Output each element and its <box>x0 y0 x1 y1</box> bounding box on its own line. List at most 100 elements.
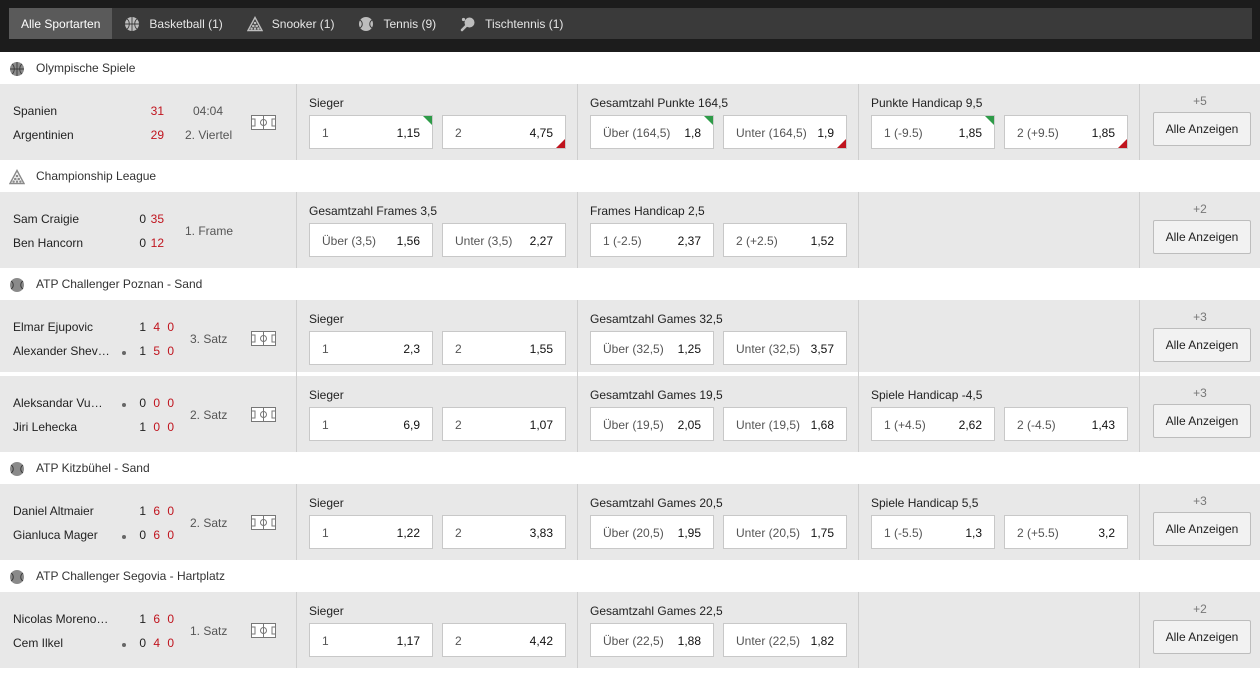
odds-button[interactable]: 2 4,75 <box>442 115 566 149</box>
live-tracker-icon[interactable] <box>251 407 276 422</box>
show-all-button[interactable]: Alle Anzeigen <box>1153 220 1251 254</box>
tab-snooker[interactable]: Snooker (1) <box>235 8 347 39</box>
odds-button[interactable]: Unter (22,5) 1,82 <box>723 623 847 657</box>
live-tracker-icon[interactable] <box>251 515 276 530</box>
market-title: Spiele Handicap -4,5 <box>871 388 983 402</box>
odds-button[interactable]: 2 1,55 <box>442 331 566 365</box>
more-markets-count: +2 <box>1193 602 1207 616</box>
odds-button[interactable]: Unter (19,5) 1,68 <box>723 407 847 441</box>
odds-value: 2,05 <box>677 418 701 432</box>
sport-filter-tabs: Alle Sportarten Basketball (1) Snooker (1)… <box>9 8 1252 39</box>
match-row: Nicolas Moreno… Cem Ilkel 1 6 0 0 4 0 1. Satz Sie… <box>0 592 1260 668</box>
odds-value: 1,68 <box>810 418 834 432</box>
odds-button[interactable]: Unter (32,5) 3,57 <box>723 331 847 365</box>
odds-button[interactable]: 1 (-9.5) 1,85 <box>871 115 995 149</box>
odds-button[interactable]: Über (19,5) 2,05 <box>590 407 714 441</box>
market-title: Spiele Handicap 5,5 <box>871 496 979 510</box>
score-home: 4 <box>153 320 160 334</box>
show-all-button[interactable]: Alle Anzeigen <box>1153 512 1251 546</box>
show-all-button[interactable]: Alle Anzeigen <box>1153 620 1251 654</box>
odds-value: 2,37 <box>677 234 701 248</box>
live-tracker-icon[interactable] <box>251 115 276 130</box>
tab-table-tennis[interactable]: Tischtennis (1) <box>448 8 575 39</box>
odds-label: 2 (-4.5) <box>1017 418 1056 432</box>
market-title: Gesamtzahl Punkte 164,5 <box>590 96 729 110</box>
odds-button[interactable]: 2 1,07 <box>442 407 566 441</box>
odds-button[interactable]: 2 (-4.5) 1,43 <box>1004 407 1128 441</box>
odds-value: 6,9 <box>403 418 420 432</box>
score-away: 5 <box>153 344 160 358</box>
match-info[interactable]: Elmar Ejupovic Alexander Shev… 1 4 0 1 5 0 3. Sa… <box>0 300 296 376</box>
market-3: Punkte Handicap 9,5 1 (-9.5) 1,85 2 (+9.5) 1… <box>859 84 1140 160</box>
odds-button[interactable]: 2 3,83 <box>442 515 566 549</box>
league-header: ATP Challenger Poznan - Sand <box>0 268 1260 300</box>
odds-button[interactable]: 1 1,17 <box>309 623 433 657</box>
live-tracker-icon[interactable] <box>251 623 276 638</box>
odds-button[interactable]: 1 (+4.5) 2,62 <box>871 407 995 441</box>
odds-button[interactable]: 1 1,15 <box>309 115 433 149</box>
score-home: 0 <box>167 504 174 518</box>
odds-button[interactable]: 1 (-2.5) 2,37 <box>590 223 714 257</box>
market-title: Sieger <box>309 312 344 326</box>
show-all-button[interactable]: Alle Anzeigen <box>1153 328 1251 362</box>
score-home: 0 <box>167 612 174 626</box>
tab-basketball[interactable]: Basketball (1) <box>112 8 234 39</box>
market-title: Gesamtzahl Games 22,5 <box>590 604 723 618</box>
odds-button[interactable]: Unter (164,5) 1,9 <box>723 115 847 149</box>
score-home: 35 <box>150 212 164 226</box>
market-1: Sieger 1 2,3 2 1,55 <box>297 300 578 376</box>
tab-tennis-ball[interactable]: Tennis (9) <box>346 8 448 39</box>
odds-label: 2 <box>455 126 462 140</box>
match-info[interactable]: Spanien Argentinien 31 29 04:04 2. Viertel <box>0 84 296 160</box>
odds-button[interactable]: 1 6,9 <box>309 407 433 441</box>
odds-button[interactable]: Über (22,5) 1,88 <box>590 623 714 657</box>
more-markets-count: +2 <box>1193 202 1207 216</box>
match-info[interactable]: Sam Craigie Ben Hancorn 0 35 0 12 1. Frame <box>0 192 296 268</box>
league-name: ATP Challenger Poznan - Sand <box>36 277 203 291</box>
odds-button[interactable]: 2 (+9.5) 1,85 <box>1004 115 1128 149</box>
odds-button[interactable]: 1 2,3 <box>309 331 433 365</box>
odds-label: 1 <box>322 634 329 648</box>
serve-indicator <box>122 643 126 647</box>
tab-label: Tennis (9) <box>383 16 437 31</box>
market-3: Spiele Handicap 5,5 1 (-5.5) 1,3 2 (+5.5) 3,… <box>859 484 1140 560</box>
match-period: 2. Satz <box>190 516 228 530</box>
market-title: Gesamtzahl Games 20,5 <box>590 496 723 510</box>
more-markets: +3 Alle Anzeigen <box>1140 484 1260 560</box>
match-row: Sam Craigie Ben Hancorn 0 35 0 12 1. Frame Gesa… <box>0 192 1260 268</box>
tab-all-sports[interactable]: Alle Sportarten <box>9 8 113 39</box>
odds-button[interactable]: Über (164,5) 1,8 <box>590 115 714 149</box>
odds-label: Unter (22,5) <box>736 634 801 648</box>
odds-value: 1,88 <box>677 634 701 648</box>
score-away: 0 <box>153 420 160 434</box>
match-info[interactable]: Nicolas Moreno… Cem Ilkel 1 6 0 0 4 0 1. Satz <box>0 592 296 668</box>
show-all-button[interactable]: Alle Anzeigen <box>1153 112 1251 146</box>
serve-indicator <box>122 403 126 407</box>
live-tracker-icon[interactable] <box>251 331 276 346</box>
match-info[interactable]: Aleksandar Vu… Jiri Lehecka 0 0 0 1 0 0 2. Satz <box>0 376 296 452</box>
odds-button[interactable]: Unter (3,5) 2,27 <box>442 223 566 257</box>
odds-button[interactable]: 2 4,42 <box>442 623 566 657</box>
odds-button[interactable]: 2 (+5.5) 3,2 <box>1004 515 1128 549</box>
score-away: 0 <box>139 528 146 542</box>
odds-label: 2 <box>455 418 462 432</box>
odds-label: 1 (-5.5) <box>884 526 923 540</box>
odds-button[interactable]: Über (3,5) 1,56 <box>309 223 433 257</box>
score-home: 6 <box>153 612 160 626</box>
score-away: 0 <box>139 636 146 650</box>
odds-button[interactable]: 1 1,22 <box>309 515 433 549</box>
score-home: 0 <box>139 212 146 226</box>
basketball-icon <box>9 61 24 76</box>
odds-value: 1,3 <box>965 526 982 540</box>
odds-button[interactable]: 2 (+2.5) 1,52 <box>723 223 847 257</box>
odds-button[interactable]: Über (32,5) 1,25 <box>590 331 714 365</box>
snooker-icon <box>246 15 263 32</box>
odds-button[interactable]: Unter (20,5) 1,75 <box>723 515 847 549</box>
market-title: Sieger <box>309 388 344 402</box>
match-info[interactable]: Daniel Altmaier Gianluca Mager 1 6 0 0 6 0 2. Sa… <box>0 484 296 560</box>
odds-button[interactable]: 1 (-5.5) 1,3 <box>871 515 995 549</box>
odds-button[interactable]: Über (20,5) 1,95 <box>590 515 714 549</box>
show-all-button[interactable]: Alle Anzeigen <box>1153 404 1251 438</box>
tab-label: Snooker (1) <box>271 16 335 31</box>
market-title: Sieger <box>309 604 344 618</box>
